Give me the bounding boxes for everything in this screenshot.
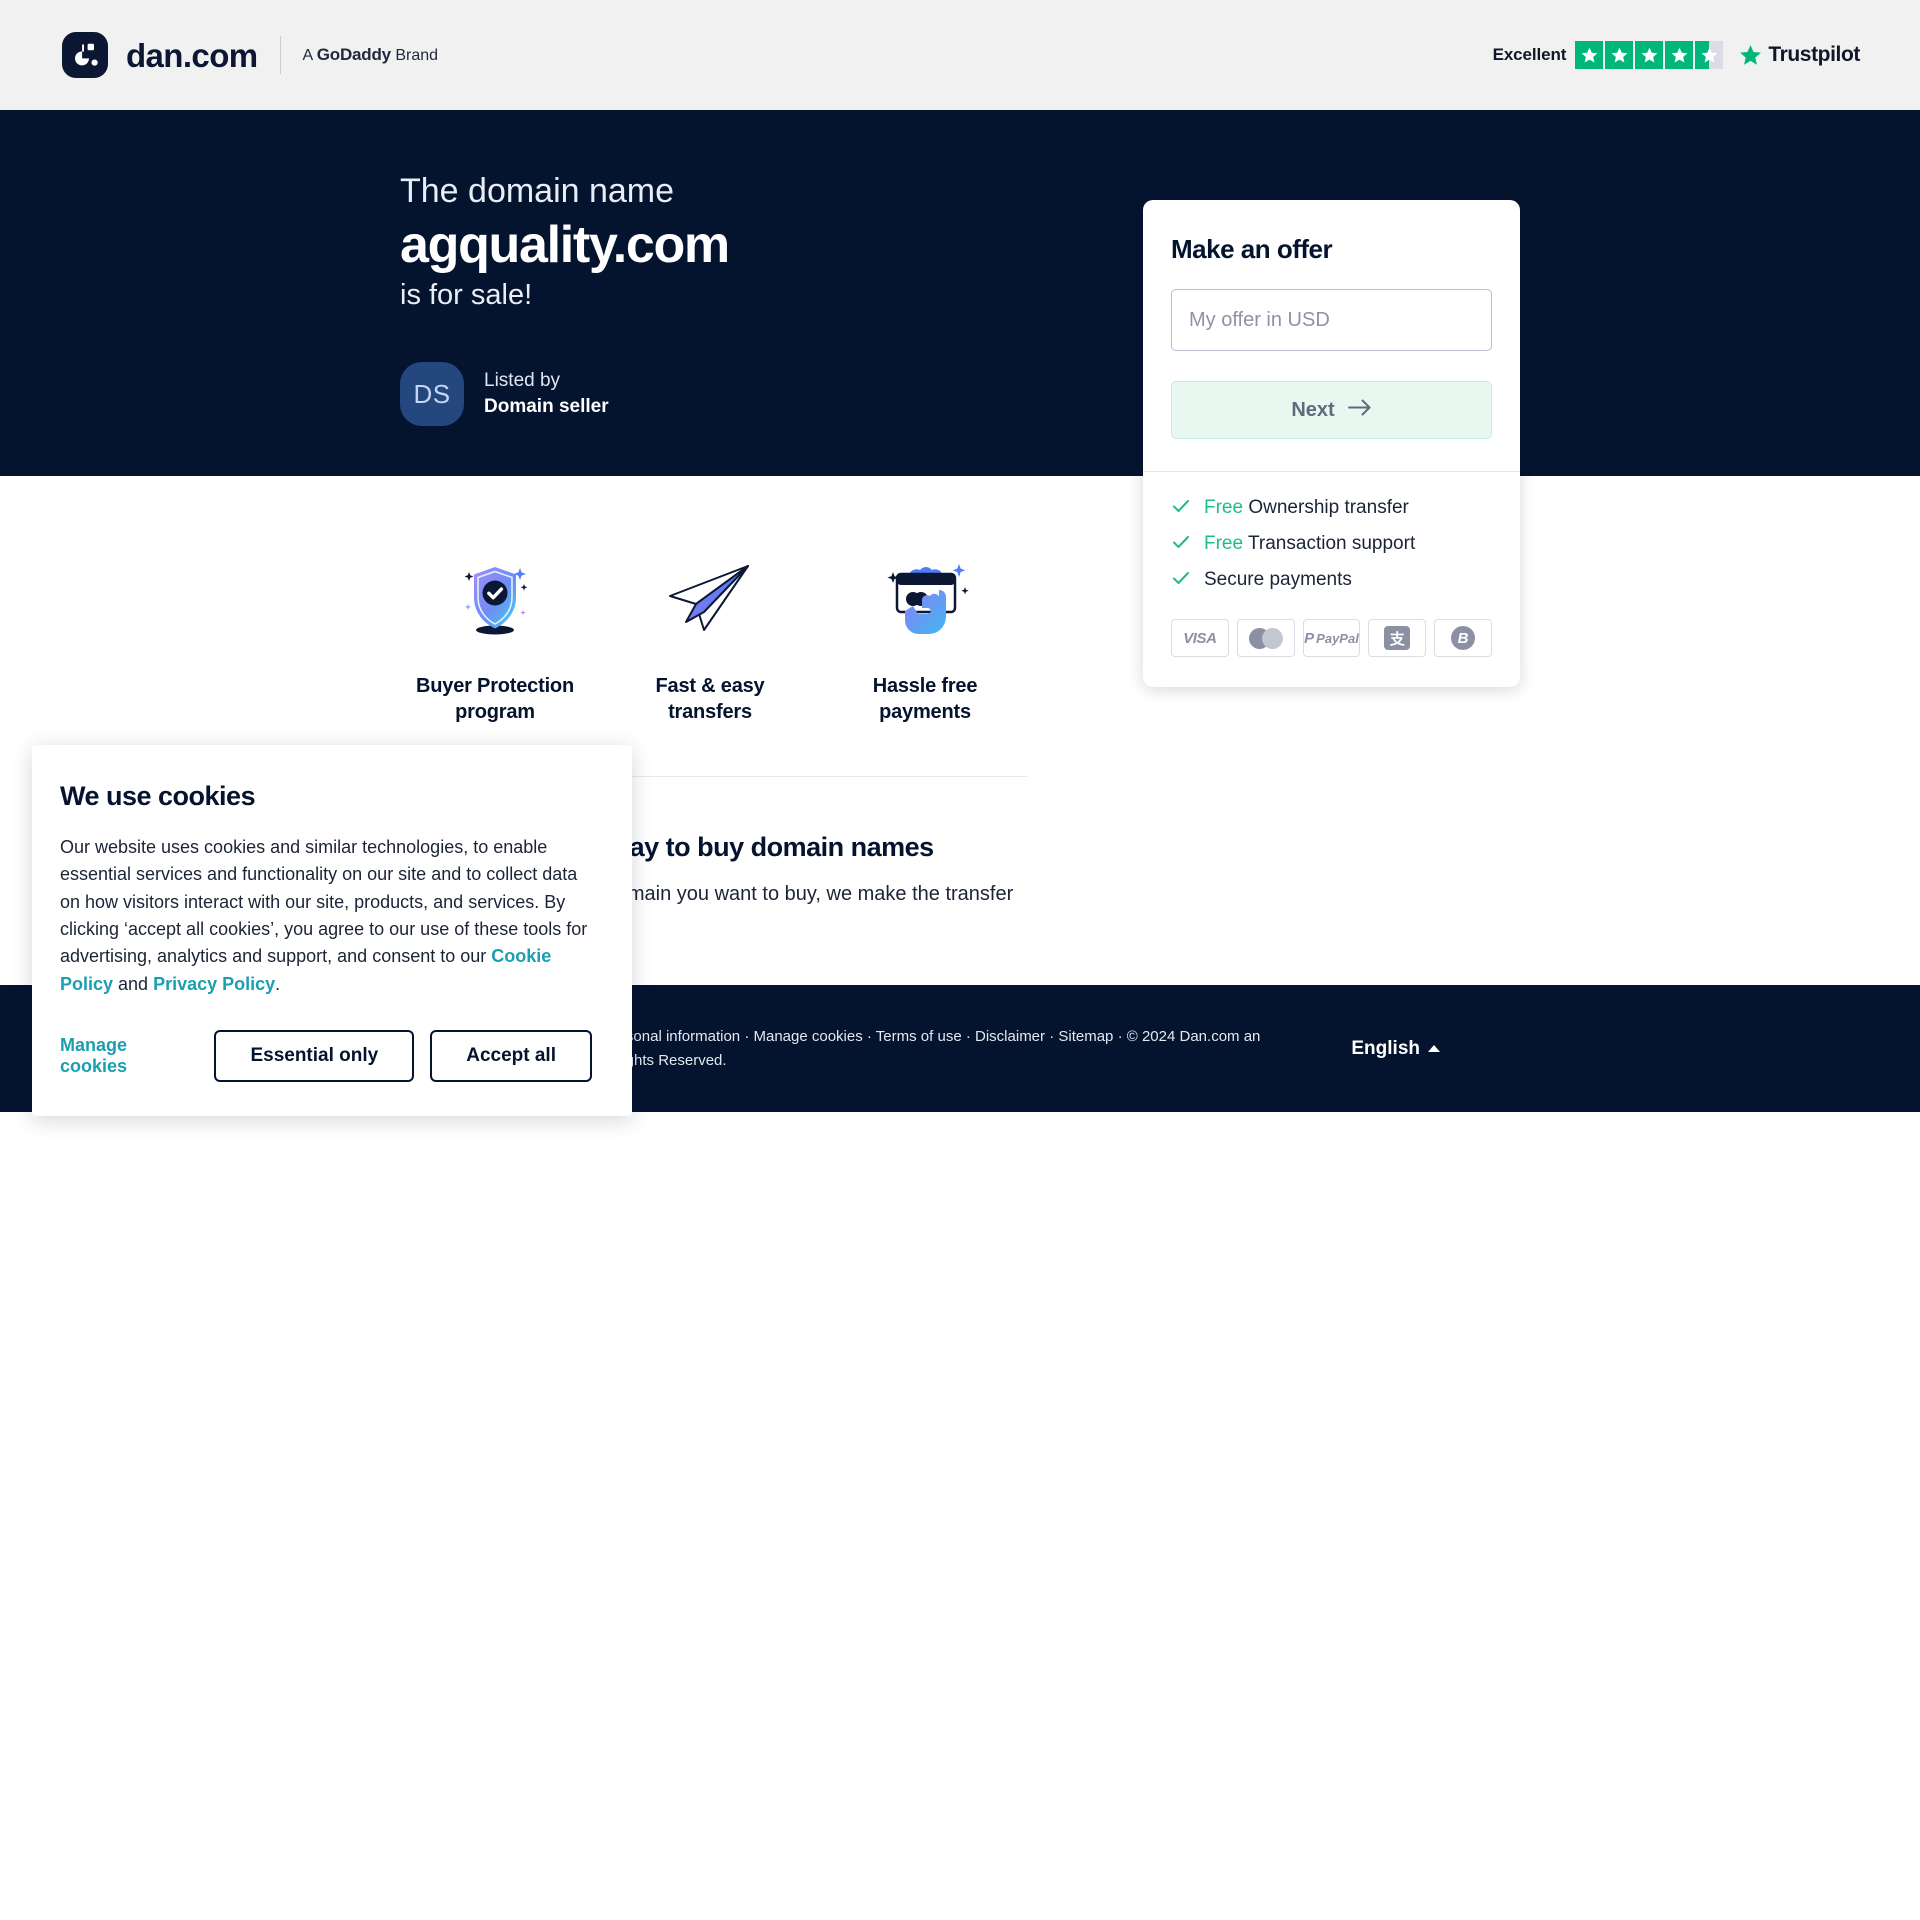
hero-copy: The domain name agquality.com is for sal…	[400, 170, 1020, 313]
benefit-label: Secure payments	[1204, 569, 1352, 591]
footer-separator: ·	[740, 1028, 754, 1046]
card-hand-icon	[830, 548, 1020, 648]
footer-link-terms-of-use[interactable]: Terms of use	[876, 1028, 962, 1045]
make-offer-card: Make an offer Next Free Ownership transf…	[1143, 200, 1520, 687]
hero-subtitle: is for sale!	[400, 278, 533, 311]
footer-separator: ·	[1045, 1028, 1059, 1046]
cookie-consent-banner: We use cookies Our website uses cookies …	[32, 745, 632, 1117]
feature-label: Buyer Protection program	[416, 675, 574, 723]
trustpilot-star-icon	[1740, 44, 1762, 65]
next-button-label: Next	[1291, 398, 1335, 421]
benefit-text: Secure payments	[1204, 569, 1352, 592]
domain-sale-page: dan.com A GoDaddy Brand Excellent Trustp…	[0, 0, 1920, 1920]
mastercard-icon	[1236, 619, 1295, 657]
offer-form: Make an offer Next	[1143, 200, 1520, 471]
benefit-label: Transaction support	[1248, 533, 1416, 555]
privacy-policy-link[interactable]: Privacy Policy	[153, 974, 275, 994]
payment-methods: VISA P PayPal 支 B	[1171, 619, 1492, 657]
benefit-text: Free Ownership transfer	[1204, 497, 1409, 520]
check-icon	[1171, 496, 1191, 521]
next-button[interactable]: Next	[1171, 381, 1492, 439]
alipay-icon: 支	[1368, 619, 1427, 657]
star-icon	[1575, 41, 1604, 69]
paper-plane-icon	[615, 548, 805, 648]
cookie-banner-title: We use cookies	[60, 781, 256, 811]
arrow-right-icon	[1347, 399, 1372, 422]
brand-byline: A GoDaddy Brand	[302, 45, 439, 64]
hero-eyebrow: The domain name	[400, 172, 675, 210]
feature-row: Buyer Protection program Fast & easy tra…	[400, 548, 1020, 725]
avatar: DS	[400, 362, 464, 426]
domain-name: agquality.com	[400, 215, 730, 274]
cookie-body-text: .	[275, 973, 281, 994]
benefit-highlight: Free	[1204, 497, 1244, 519]
benefit-item: Secure payments	[1171, 568, 1492, 593]
check-icon	[1171, 532, 1191, 557]
footer-link-manage-cookies[interactable]: Manage cookies	[754, 1028, 863, 1045]
visa-icon: VISA	[1171, 619, 1229, 657]
paypal-icon: P PayPal	[1302, 619, 1361, 657]
trustpilot-rating-label: Excellent	[1492, 45, 1567, 64]
seller-info: DS Listed by Domain seller	[400, 362, 609, 426]
trustpilot-stars	[1575, 41, 1724, 69]
benefit-highlight: Free	[1204, 533, 1244, 555]
star-icon	[1605, 41, 1634, 69]
benefit-item: Free Ownership transfer	[1171, 496, 1492, 521]
cookie-body-text: and	[113, 973, 154, 994]
hero-section: The domain name agquality.com is for sal…	[0, 110, 1920, 476]
language-selector[interactable]: English	[1351, 1038, 1440, 1060]
offer-amount-input[interactable]	[1171, 289, 1492, 351]
footer-separator: ·	[862, 1028, 876, 1046]
brand-divider	[279, 36, 281, 74]
trustpilot-logo: Trustpilot	[1738, 43, 1860, 68]
benefit-item: Free Transaction support	[1171, 532, 1492, 557]
footer-separator: ·	[1113, 1028, 1127, 1046]
cookie-banner-body: Our website uses cookies and similar tec…	[60, 834, 592, 998]
feature-label: Hassle free payments	[872, 675, 978, 723]
footer-link-sitemap[interactable]: Sitemap	[1058, 1028, 1113, 1045]
trustpilot-brand-name: Trustpilot	[1768, 43, 1860, 66]
chevron-up-icon	[1428, 1045, 1440, 1052]
seller-name: Domain seller	[484, 396, 609, 417]
listed-by-label: Listed by	[484, 370, 561, 392]
benefit-label: Ownership transfer	[1248, 497, 1409, 519]
trustpilot-rating[interactable]: Excellent Trustpilot	[1493, 41, 1860, 69]
feature-fast-transfers: Fast & easy transfers	[615, 548, 805, 725]
site-header: dan.com A GoDaddy Brand Excellent Trustp…	[0, 0, 1920, 110]
feature-label: Fast & easy transfers	[655, 675, 765, 723]
offer-card-title: Make an offer	[1171, 234, 1333, 264]
shield-check-icon	[400, 548, 590, 648]
manage-cookies-link[interactable]: Manage cookies	[60, 1035, 182, 1077]
accept-all-button[interactable]: Accept all	[430, 1030, 592, 1083]
brand-wordmark: dan.com	[126, 36, 258, 74]
feature-hassle-free-payments: Hassle free payments	[830, 548, 1020, 725]
feature-buyer-protection: Buyer Protection program	[400, 548, 590, 725]
seller-text: Listed by Domain seller	[484, 368, 609, 419]
star-half-icon	[1695, 41, 1724, 69]
bitcoin-icon: B	[1434, 619, 1492, 657]
footer-link-disclaimer[interactable]: Disclaimer	[975, 1028, 1045, 1045]
check-icon	[1171, 568, 1191, 593]
brand-logo[interactable]: dan.com A GoDaddy Brand	[62, 32, 438, 78]
footer-separator: ·	[961, 1028, 976, 1046]
dan-logo-icon	[62, 32, 108, 78]
benefit-text: Free Transaction support	[1204, 533, 1415, 556]
star-icon	[1665, 41, 1694, 69]
star-icon	[1635, 41, 1664, 69]
cookie-banner-actions: Manage cookies Essential only Accept all	[60, 1030, 592, 1083]
essential-only-button[interactable]: Essential only	[214, 1030, 415, 1083]
language-label: English	[1351, 1037, 1420, 1059]
offer-benefits: Free Ownership transfer Free Transaction…	[1143, 471, 1520, 687]
